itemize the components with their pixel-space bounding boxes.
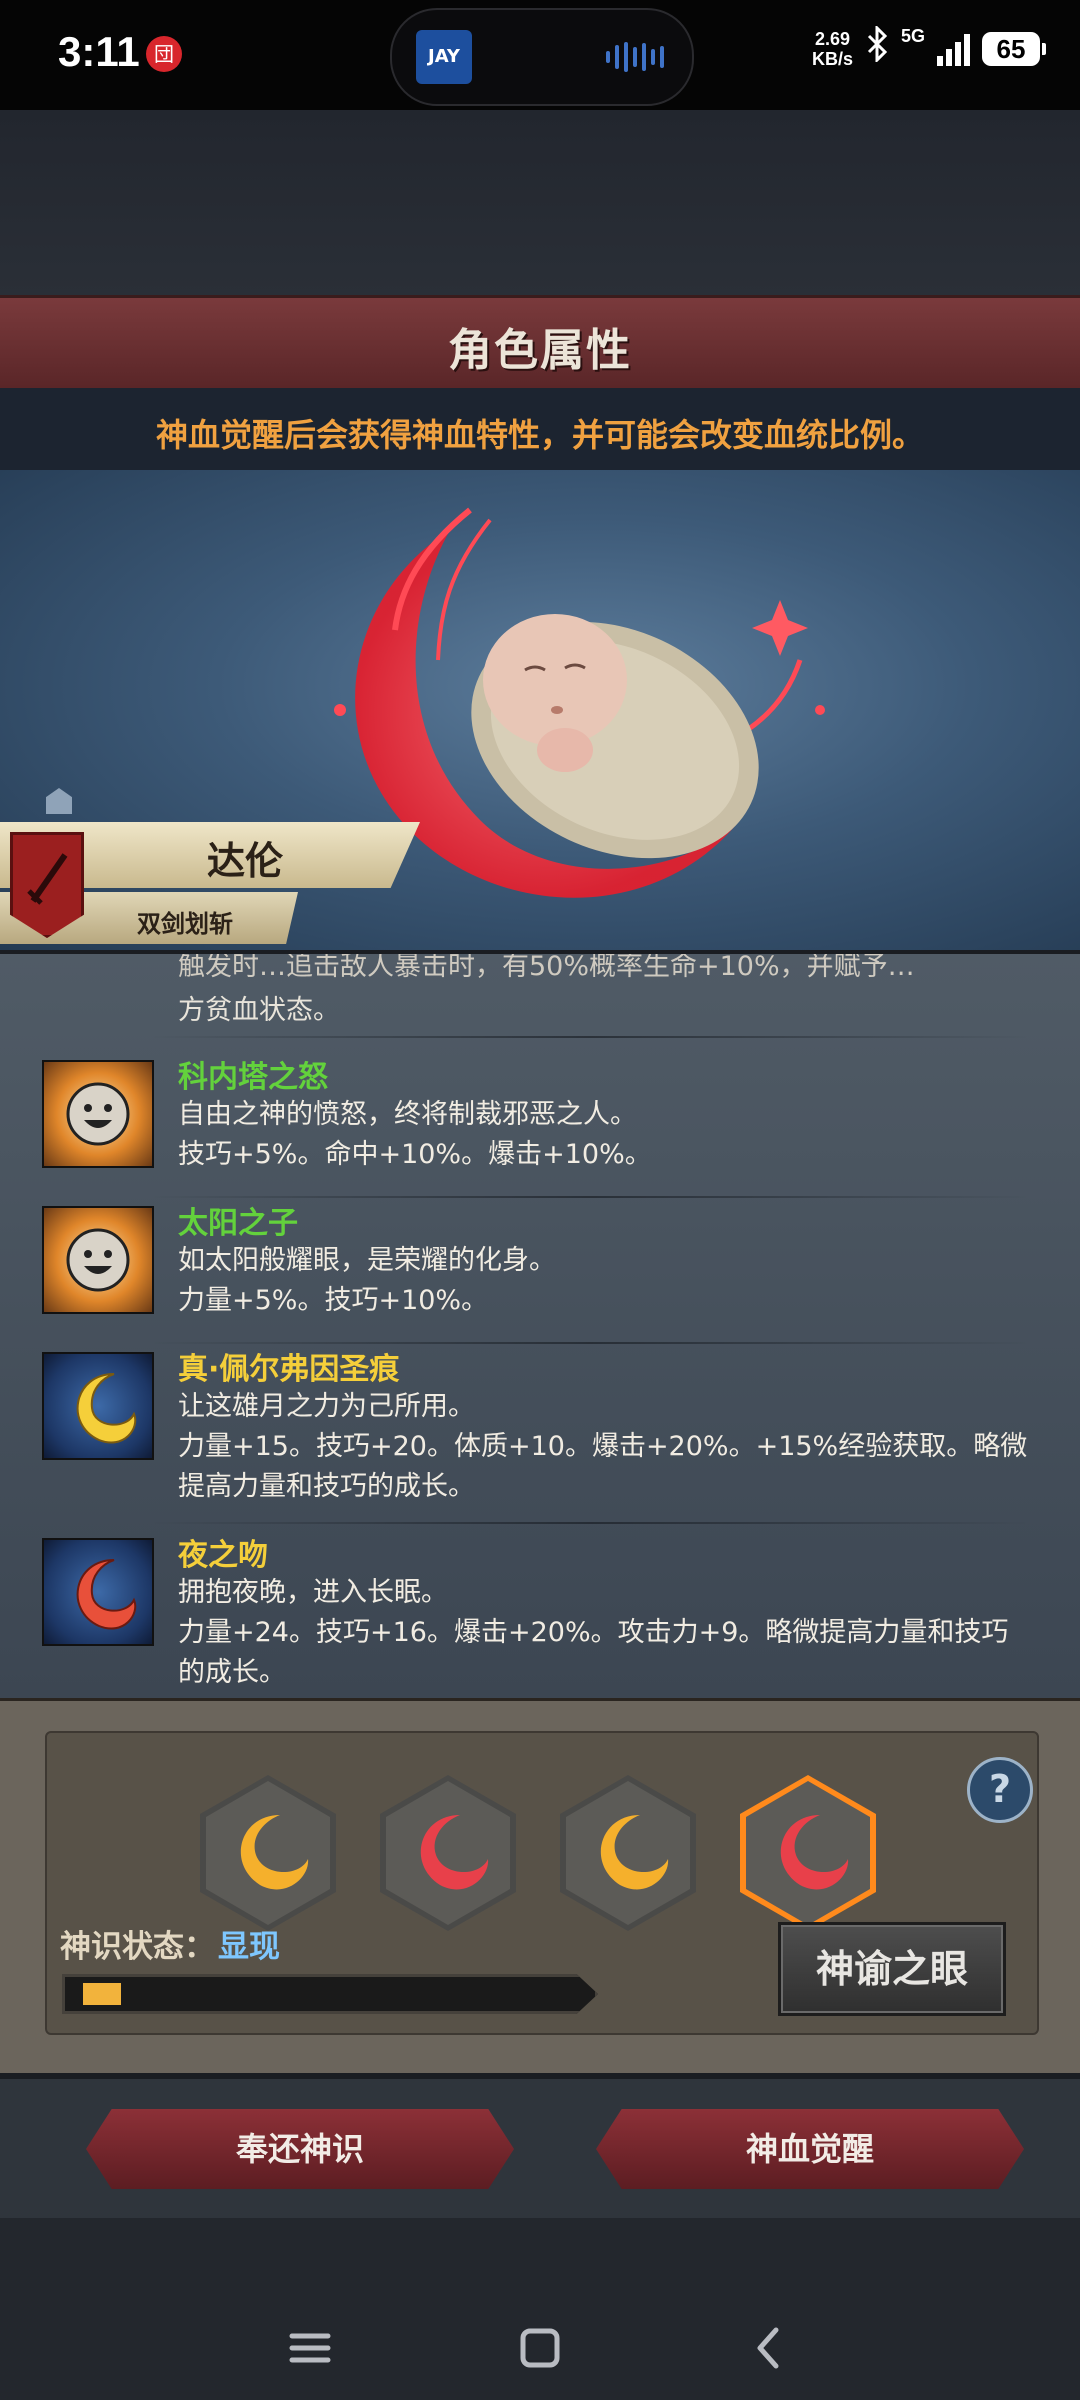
trait-name: 夜之吻 [178, 1538, 268, 1573]
trait-item[interactable]: 太阳之子 如太阳般耀眼，是荣耀的化身。 力量+5%。技巧+10%。 [0, 1198, 1080, 1338]
battery-icon: 65 [982, 31, 1046, 66]
red-crescent-icon [42, 1538, 154, 1646]
return-awareness-button[interactable]: 奉还神识 [86, 2109, 514, 2189]
divider [150, 1522, 1030, 1524]
clipped-trait-line: 方贫血状态。 [178, 995, 340, 1026]
blood-awaken-button[interactable]: 神血觉醒 [596, 2109, 1024, 2189]
trait-effect: 技巧+5%。命中+10%。爆击+10%。 [178, 1139, 652, 1170]
back-icon[interactable] [740, 2318, 800, 2378]
gold-moon-icon [600, 1815, 669, 1890]
audio-wave-icon [606, 42, 664, 72]
bloodline-panel: ? [0, 1698, 1080, 2076]
oracle-eye-button[interactable]: 神谕之眼 [778, 1922, 1006, 2016]
network-speed: 2.69 KB/s [812, 29, 853, 69]
action-bar: 奉还神识 神血觉醒 [0, 2073, 1080, 2224]
bottom-frame [0, 2218, 1080, 2288]
red-moon-icon [780, 1815, 849, 1890]
game-top-frame [0, 110, 1080, 295]
trait-item[interactable]: 夜之吻 拥抱夜晚，进入长眠。 力量+24。技巧+16。爆击+20%。攻击力+9。… [0, 1530, 1080, 1702]
clipped-trait-line: 触发时…追击敌人暴击时，有50%概率生命+10%，并赋予… [178, 951, 915, 982]
trait-effect: 提高力量和技巧的成长。 [178, 1471, 475, 1502]
trait-item[interactable]: 科内塔之怒 自由之神的愤怒，终将制裁邪恶之人。 技巧+5%。命中+10%。爆击+… [0, 1052, 1080, 1192]
trait-name: 真·佩尔弗因圣痕 [178, 1352, 400, 1387]
trait-name: 太阳之子 [178, 1206, 298, 1241]
status-icons: 2.69 KB/s 5G 65 [812, 24, 1046, 71]
trait-effect: 的成长。 [178, 1657, 286, 1688]
subtitle-bar: 神血觉醒后会获得神血特性，并可能会改变血统比例。 [0, 388, 1080, 470]
bloodline-slot-3[interactable] [560, 1775, 696, 1931]
music-app-icon: JAY [416, 30, 472, 84]
bloodline-slot-4[interactable] [740, 1775, 876, 1931]
trait-effect: 力量+24。技巧+16。爆击+20%。攻击力+9。略微提高力量和技巧 [178, 1617, 1009, 1648]
network-speed-unit: KB/s [811, 48, 853, 69]
trait-description: 让这雄月之力为己所用。 [178, 1391, 475, 1422]
title-bar: 角色属性 [0, 295, 1080, 391]
trait-description: 如太阳般耀眼，是荣耀的化身。 [178, 1245, 556, 1276]
clock: 3:11 [58, 28, 140, 75]
bluetooth-icon [865, 24, 889, 71]
page-subtitle: 神血觉醒后会获得神血特性，并可能会改变血统比例。 [155, 416, 924, 454]
gold-moon-icon [240, 1815, 309, 1890]
divider [150, 1036, 1030, 1038]
home-icon[interactable] [510, 2318, 570, 2378]
red-moon-icon [420, 1815, 489, 1890]
progress-fill [83, 1983, 121, 2005]
smiling-sun-icon [42, 1060, 154, 1168]
bloodline-slot-1[interactable] [200, 1775, 336, 1931]
character-class: 双剑划斩 [137, 910, 233, 938]
signal-icon [937, 32, 970, 66]
swaddled-baby-icon [471, 614, 759, 859]
help-button[interactable]: ? [967, 1757, 1033, 1823]
trait-item[interactable]: 真·佩尔弗因圣痕 让这雄月之力为己所用。 力量+15。技巧+20。体质+10。爆… [0, 1344, 1080, 1524]
notification-icon: 団 [146, 36, 182, 72]
trait-effect: 力量+15。技巧+20。体质+10。爆击+20%。+15%经验获取。略微 [178, 1431, 1028, 1462]
smiling-sun-icon [42, 1206, 154, 1314]
state-value: 显现 [218, 1929, 280, 1965]
bloodline-slot-2[interactable] [380, 1775, 516, 1931]
trait-description: 自由之神的愤怒，终将制裁邪恶之人。 [178, 1099, 637, 1130]
trait-name: 科内塔之怒 [178, 1060, 328, 1095]
awareness-progress-bar [62, 1974, 598, 2014]
network-speed-value: 2.69 [814, 28, 850, 49]
status-bar: 3:11 団 JAY 2.69 KB/s 5G 65 [0, 0, 1080, 110]
traits-list[interactable]: 触发时…追击敌人暴击时，有50%概率生命+10%，并赋予… 方贫血状态。 科内塔… [0, 950, 1080, 1702]
menu-icon[interactable] [280, 2318, 340, 2378]
network-type: 5G [900, 26, 925, 46]
page-title: 角色属性 [448, 325, 632, 376]
trait-description: 拥抱夜晚，进入长眠。 [178, 1577, 448, 1608]
trait-effect: 力量+5%。技巧+10%。 [178, 1285, 489, 1316]
dynamic-island[interactable]: JAY [390, 8, 694, 106]
golden-crescent-icon [42, 1352, 154, 1460]
character-name: 达伦 [206, 839, 283, 883]
system-nav-bar [0, 2288, 1080, 2400]
state-label: 神识状态： [60, 1929, 215, 1965]
